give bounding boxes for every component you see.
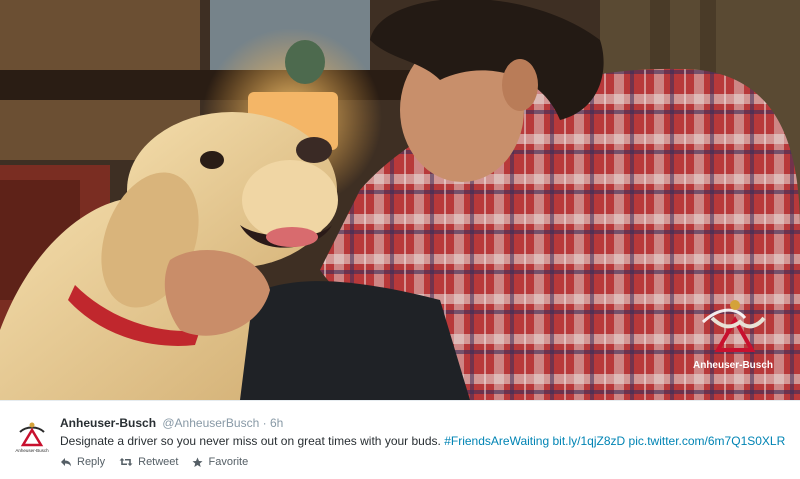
- reply-icon: [61, 458, 71, 467]
- favorite-button[interactable]: Favorite: [192, 456, 248, 468]
- tweet-message: Designate a driver so you never miss out…: [60, 434, 441, 448]
- short-link[interactable]: bit.ly/1qjZ8zD: [552, 434, 625, 448]
- watermark-text: Anheuser-Busch: [693, 360, 773, 371]
- retweet-icon: [119, 458, 133, 466]
- pic-link[interactable]: pic.twitter.com/6m7Q1S0XLR: [629, 434, 786, 448]
- tweet-actions: Reply Retweet Favorite: [60, 456, 790, 468]
- reply-button[interactable]: Reply: [60, 456, 105, 468]
- avatar-label: Anheuser-Busch: [15, 448, 49, 453]
- avatar[interactable]: Anheuser-Busch: [14, 418, 50, 454]
- author-handle[interactable]: @AnheuserBusch: [162, 416, 259, 430]
- favorite-label: Favorite: [208, 456, 249, 468]
- star-icon: [192, 457, 203, 467]
- anheuser-busch-logo-icon: Anheuser-Busch: [14, 418, 50, 454]
- tweet-header: Anheuser-Busch @AnheuserBusch · 6h: [60, 415, 790, 431]
- tweet-body: Anheuser-Busch @AnheuserBusch · 6h Desig…: [60, 415, 790, 468]
- tweet-timestamp[interactable]: 6h: [270, 416, 283, 430]
- tweet-card: Anheuser-Busch Anheuser-Busch @AnheuserB…: [0, 400, 800, 479]
- time-separator: ·: [262, 416, 267, 430]
- tweet-photo[interactable]: Anheuser-Busch: [0, 0, 800, 400]
- retweet-label: Retweet: [138, 456, 179, 468]
- hashtag-link[interactable]: #FriendsAreWaiting: [444, 434, 549, 448]
- photo-illustration: Anheuser-Busch: [0, 0, 800, 400]
- author-name[interactable]: Anheuser-Busch: [60, 416, 156, 430]
- retweet-button[interactable]: Retweet: [119, 456, 178, 468]
- reply-label: Reply: [77, 456, 106, 468]
- tweet-text: Designate a driver so you never miss out…: [60, 433, 790, 449]
